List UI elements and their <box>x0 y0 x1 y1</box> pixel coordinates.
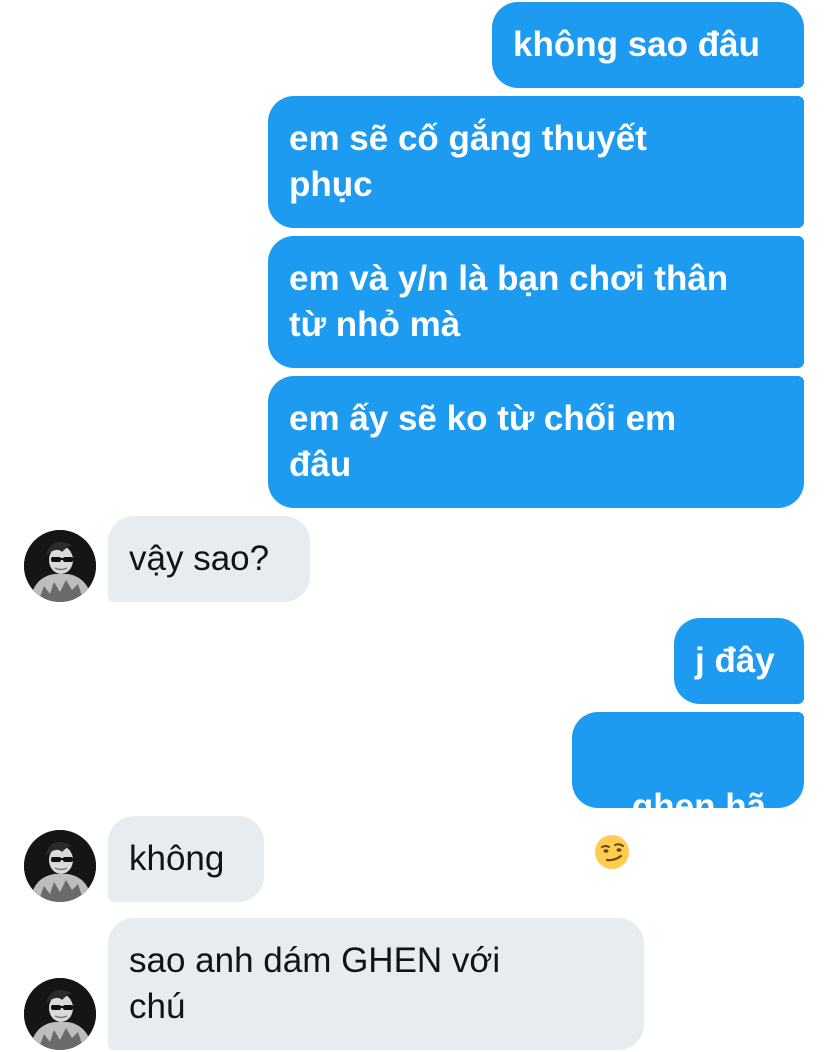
conversation: không sao đâu em sẽ cố gắng thuyết phục … <box>0 0 828 1052</box>
contact-avatar[interactable] <box>24 830 96 902</box>
message-bubble-incoming[interactable]: vậy sao? <box>108 516 310 602</box>
message-bubble-incoming[interactable]: không <box>108 816 264 902</box>
message-bubble-outgoing[interactable]: em và y/n là bạn chơi thân từ nhỏ mà <box>268 236 804 368</box>
message-bubble-outgoing[interactable]: em ấy sẽ ko từ chối em đâu <box>268 376 804 508</box>
message-bubble-outgoing[interactable]: ghen hã <box>572 712 804 869</box>
message-bubble-outgoing[interactable]: không sao đâu <box>492 2 804 88</box>
message-text: ghen hã <box>631 787 767 826</box>
avatar-photo-icon <box>24 830 96 902</box>
message-bubble-outgoing[interactable]: j đây <box>674 618 804 704</box>
avatar-photo-icon <box>24 978 96 1050</box>
smirking-face-icon <box>595 835 629 869</box>
message-bubble-outgoing[interactable]: em sẽ cố gắng thuyết phục <box>268 96 804 228</box>
contact-avatar[interactable] <box>24 530 96 602</box>
message-bubble-incoming[interactable]: sao anh dám GHEN với chú <box>108 918 644 1050</box>
avatar-photo-icon <box>24 530 96 602</box>
contact-avatar[interactable] <box>24 978 96 1050</box>
